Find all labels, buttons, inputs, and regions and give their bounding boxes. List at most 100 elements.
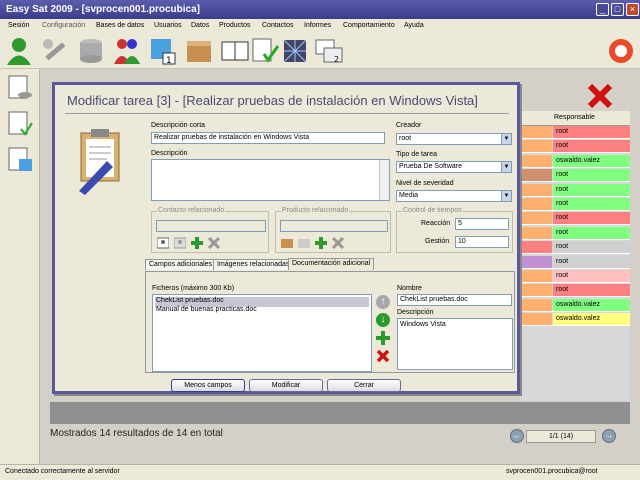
column-responsable[interactable]: Responsable	[554, 114, 595, 121]
modify-task-dialog: Modificar tarea [3] - [Realizar pruebas …	[52, 82, 520, 394]
checklist-icon[interactable]	[250, 36, 280, 66]
close-button[interactable]: ×	[626, 3, 639, 16]
grid-cell	[520, 298, 552, 311]
responsable-cell: root	[553, 212, 630, 225]
grid-row[interactable]: root	[520, 183, 630, 197]
modify-button[interactable]: Modificar	[249, 379, 323, 392]
svg-text:2: 2	[334, 55, 339, 64]
desc-textarea[interactable]	[151, 159, 390, 201]
maximize-button[interactable]: □	[611, 3, 624, 16]
product-group: Producto relacionado	[275, 207, 391, 253]
desc-scrollbar[interactable]	[379, 160, 389, 200]
menu-ayuda[interactable]: Ayuda	[404, 22, 424, 29]
grid-row[interactable]: root	[520, 140, 630, 154]
reaction-input[interactable]: 5	[455, 218, 509, 230]
grid-cell	[520, 126, 552, 138]
chevron-down-icon[interactable]: ▼	[501, 134, 511, 144]
grid-cell	[520, 284, 552, 297]
grid-row[interactable]: root	[520, 169, 630, 183]
grid-row[interactable]: oswaldo.valez	[520, 154, 630, 168]
name-input[interactable]: ChekList pruebas.doc	[397, 294, 512, 306]
box-icon[interactable]	[184, 36, 214, 66]
grid-row[interactable]: root	[520, 212, 630, 226]
book-icon[interactable]	[220, 36, 250, 66]
grid-cell	[520, 140, 552, 153]
user-icon[interactable]	[4, 36, 34, 66]
grid-row[interactable]: root	[520, 270, 630, 283]
short-desc-label: Descripción corta	[151, 122, 206, 129]
prev-page-button[interactable]: ←	[510, 429, 524, 443]
contact-group-label: Contacto relacionado	[157, 207, 226, 214]
list-window-icon[interactable]	[5, 145, 35, 175]
grid-row[interactable]: root	[520, 284, 630, 298]
down-arrow-icon[interactable]: ↓	[376, 313, 390, 327]
tab-documentacion-adicional[interactable]: Documentación adicional	[288, 258, 375, 270]
time-group-label: Control de tiempos	[402, 207, 463, 214]
grid-cell	[520, 154, 552, 167]
creator-value: root	[399, 135, 412, 142]
product-box-icon[interactable]	[281, 237, 293, 249]
file-desc-textarea[interactable]: Windows Vista	[397, 318, 513, 370]
grid-row[interactable]: root	[520, 255, 630, 269]
database-icon[interactable]	[76, 36, 106, 66]
results-count: Mostrados 14 resultados de 14 en total	[50, 428, 223, 439]
menu-usuarios[interactable]: Usuarios	[154, 22, 182, 29]
remove-contact-icon[interactable]	[208, 237, 220, 249]
task-type-select[interactable]: Prueba De Software ▼	[396, 161, 512, 173]
minimize-button[interactable]: _	[596, 3, 609, 16]
severity-select[interactable]: Media ▼	[396, 190, 512, 202]
add-contact-icon[interactable]	[191, 237, 203, 249]
tab-imagenes-relacionadas[interactable]: Imágenes relacionadas	[213, 259, 294, 270]
close-dialog-button[interactable]: Cerrar	[327, 379, 401, 392]
grid-row[interactable]: root	[520, 241, 630, 255]
contact-card-icon[interactable]	[157, 237, 169, 249]
delete-file-icon[interactable]	[376, 349, 390, 363]
menu-comportamiento[interactable]: Comportamiento	[343, 22, 395, 29]
grid-row[interactable]: root	[520, 226, 630, 240]
menu-bases-de-datos[interactable]: Bases de datos	[96, 22, 144, 29]
server-user: svprocen001.procubica@root	[506, 468, 598, 475]
grid-row[interactable]: root	[520, 198, 630, 211]
file-item[interactable]: Manual de buenas practicas.doc	[155, 306, 258, 316]
short-desc-input[interactable]: Realizar pruebas de instalación en Windo…	[151, 132, 385, 144]
grid-row[interactable]: root	[520, 126, 630, 139]
contact-search-icon[interactable]	[174, 237, 186, 249]
dialog-divider	[65, 113, 509, 114]
management-label: Gestión	[425, 238, 450, 245]
menu-configuracion[interactable]: Configuración	[42, 22, 85, 29]
grid-row[interactable]: oswaldo.valez	[520, 298, 630, 312]
management-input[interactable]: 10	[455, 236, 509, 248]
time-control-group: Control de tiempos Reacción 5 Gestión 10	[396, 207, 513, 253]
grid-cell	[520, 169, 552, 182]
tools-icon[interactable]	[40, 36, 70, 66]
list-database-icon[interactable]	[5, 73, 35, 103]
menu-informes[interactable]: Informes	[304, 22, 331, 29]
less-fields-button[interactable]: Menos campos	[171, 379, 245, 392]
tab-campos-adicionales[interactable]: Campos adicionales	[145, 259, 217, 270]
svg-text:1: 1	[166, 56, 172, 66]
help-icon[interactable]	[606, 36, 636, 66]
up-arrow-icon[interactable]: ↑	[376, 295, 390, 309]
close-x-icon[interactable]	[586, 82, 614, 110]
product-search-icon[interactable]	[298, 237, 310, 249]
menu-productos[interactable]: Productos	[219, 22, 251, 29]
add-product-icon[interactable]	[315, 237, 327, 249]
grid-row[interactable]: oswaldo.valez	[520, 313, 630, 327]
chevron-down-icon[interactable]: ▼	[501, 162, 511, 172]
next-page-button[interactable]: →	[602, 429, 616, 443]
chevron-down-icon[interactable]: ▼	[501, 191, 511, 201]
creator-select[interactable]: root ▼	[396, 133, 512, 145]
severity-label: Nivel de severidad	[396, 180, 454, 187]
menu-datos[interactable]: Datos	[191, 22, 209, 29]
windows-icon[interactable]: 2	[314, 36, 344, 66]
menu-contactos[interactable]: Contactos	[262, 22, 294, 29]
task-icon[interactable]: 1	[148, 36, 178, 66]
network-icon[interactable]	[280, 36, 310, 66]
users-icon[interactable]	[112, 36, 142, 66]
menu-sesion[interactable]: Sesión	[8, 22, 29, 29]
responsable-cell: root	[553, 255, 630, 268]
add-file-icon[interactable]	[376, 331, 390, 345]
list-check-icon[interactable]	[5, 109, 35, 139]
remove-product-icon[interactable]	[332, 237, 344, 249]
contact-group: Contacto relacionado	[151, 207, 269, 253]
